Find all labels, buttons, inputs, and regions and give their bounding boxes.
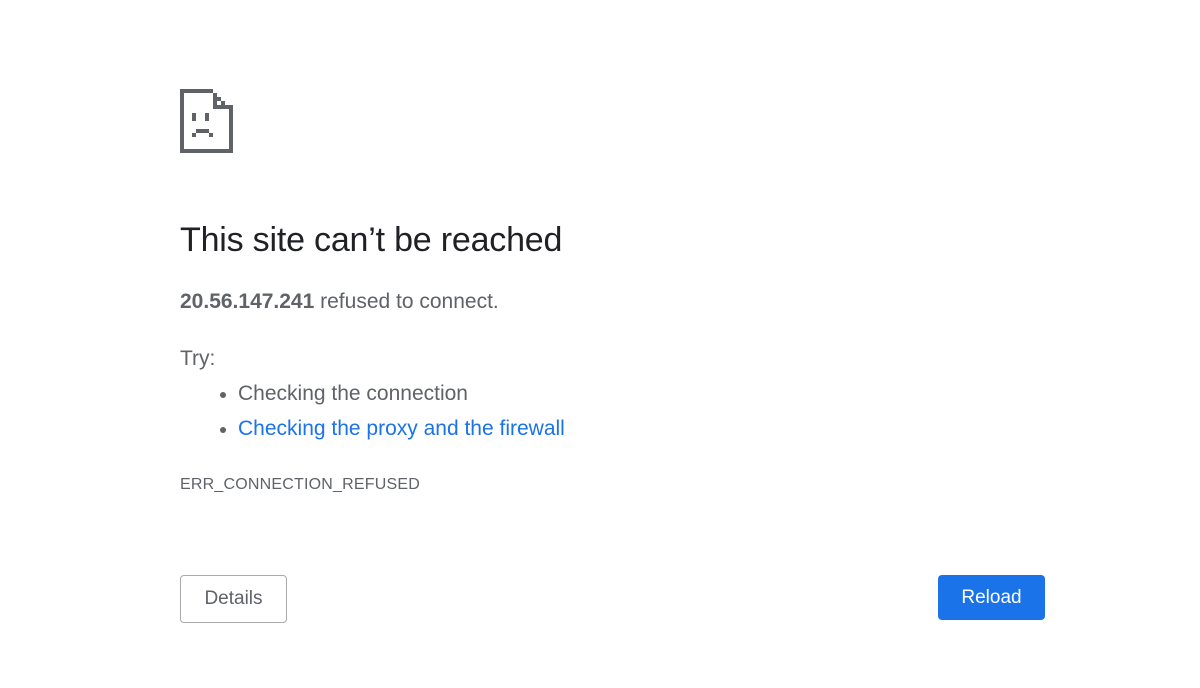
reload-button[interactable]: Reload — [938, 575, 1045, 620]
try-label: Try: — [180, 347, 216, 370]
error-code: ERR_CONNECTION_REFUSED — [180, 476, 420, 493]
suggestion-list: Checking the connection Checking the pro… — [180, 379, 565, 449]
suggestion-item[interactable]: Checking the proxy and the firewall — [220, 414, 565, 449]
host-address: 20.56.147.241 — [180, 290, 315, 313]
suggestion-item: Checking the connection — [220, 379, 565, 414]
details-button[interactable]: Details — [180, 575, 287, 623]
sad-page-icon — [180, 89, 233, 153]
summary-suffix: refused to connect. — [314, 290, 499, 313]
page-title: This site can’t be reached — [180, 221, 563, 259]
error-summary: 20.56.147.241 refused to connect. — [180, 290, 499, 314]
suggestion-check-connection: Checking the connection — [238, 382, 468, 405]
suggestion-check-proxy-firewall-link[interactable]: Checking the proxy and the firewall — [238, 417, 565, 440]
error-page: This site can’t be reached 20.56.147.241… — [0, 0, 1200, 688]
